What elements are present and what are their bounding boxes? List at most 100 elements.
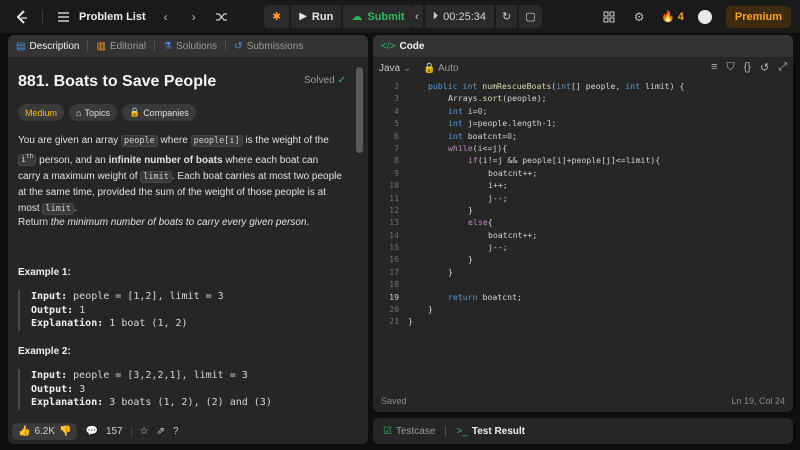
code-line[interactable]: 12} <box>373 204 793 216</box>
code-line[interactable]: 4 int i=0; <box>373 105 793 117</box>
problem-list-link[interactable]: Problem List <box>79 11 146 23</box>
notes-button[interactable]: ▢ <box>519 5 542 28</box>
chevron-down-icon: ⌄ <box>402 62 412 74</box>
tab-test-result[interactable]: >_ Test Result <box>454 426 527 437</box>
tab-testcase[interactable]: ☑ Testcase <box>381 426 437 437</box>
solved-label: Solved <box>304 75 335 86</box>
description-panel: ▤ Description ▥ Editorial ⚗ Solutions ↺ … <box>8 35 368 444</box>
inline-code: people[i] <box>190 135 243 147</box>
code-line[interactable]: 3 Arrays.sort(people); <box>373 92 793 104</box>
autosave-indicator[interactable]: 🔒 Auto <box>423 63 458 74</box>
layout-grid-icon[interactable] <box>601 9 617 25</box>
line-number: 6 <box>394 130 399 141</box>
streak-counter[interactable]: 🔥 4 <box>661 10 684 24</box>
premium-button[interactable]: Premium <box>725 5 791 28</box>
star-icon[interactable]: ☆ <box>140 426 149 437</box>
tab-submissions[interactable]: ↺ Submissions <box>232 41 305 52</box>
code-line[interactable]: 13 else{ <box>373 216 793 228</box>
line-number: 14 <box>389 229 399 240</box>
shuffle-icon[interactable] <box>214 9 230 25</box>
format-icon[interactable]: ≡ <box>711 61 717 74</box>
output-value: 1 <box>79 304 86 316</box>
line-number: 2 <box>394 81 399 91</box>
timer-collapse-button[interactable]: ‹ <box>411 5 423 28</box>
code-line[interactable]: 9 boatcnt++; <box>373 167 793 179</box>
run-label: Run <box>311 10 334 23</box>
history-icon: ↺ <box>234 40 243 52</box>
problem-badges: Medium ⌂ Topics 🔒 Companies <box>18 104 196 121</box>
code-line[interactable]: 15 j--; <box>373 241 793 253</box>
problem-list-icon[interactable] <box>55 9 71 25</box>
code-line[interactable]: 21} <box>373 315 793 327</box>
lock-icon: 🔒 <box>128 107 141 117</box>
tab-code[interactable]: </> Code <box>379 41 426 52</box>
input-label: Input: <box>31 370 68 381</box>
code-text: return boatcnt; <box>448 291 522 302</box>
desc-text: is the weight of the <box>245 135 329 146</box>
code-line[interactable]: 10 i++; <box>373 179 793 191</box>
help-icon[interactable]: ? <box>173 426 179 437</box>
line-number: 11 <box>389 192 399 203</box>
share-icon[interactable]: ⇗ <box>157 426 165 437</box>
input-value: people = [3,2,2,1], limit = 3 <box>73 370 248 381</box>
code-line[interactable]: 20} <box>373 303 793 315</box>
submit-button[interactable]: ☁ Submit <box>343 5 413 28</box>
code-line[interactable]: 18 <box>373 278 793 290</box>
code-line[interactable]: 17} <box>373 266 793 278</box>
code-line[interactable]: 5 int j=people.length-1; <box>373 117 793 129</box>
description-scrollbar[interactable] <box>356 67 363 153</box>
code-text: else{ <box>468 217 493 228</box>
code-text: int j=people.length-1; <box>448 118 557 129</box>
prev-problem-icon[interactable]: ‹ <box>158 9 174 25</box>
companies-badge[interactable]: 🔒 Companies <box>121 104 196 121</box>
avatar[interactable] <box>697 9 712 24</box>
difficulty-badge[interactable]: Medium <box>18 104 65 121</box>
timer-control[interactable]: ⏵ 00:25:34 <box>424 5 494 28</box>
line-number: 18 <box>389 279 399 290</box>
companies-label: Companies <box>143 107 189 118</box>
leetcode-logo-icon[interactable] <box>14 9 30 25</box>
tab-editorial[interactable]: ▥ Editorial <box>94 41 148 52</box>
inline-code: limit <box>42 202 75 215</box>
code-panel: </> Code Java ⌄ 🔒 Auto ≡ ⛉ {} ↺ ⤢ 2 publi… <box>373 35 793 412</box>
bookmark-icon[interactable]: ⛉ <box>726 61 734 74</box>
thumbs-up-icon[interactable]: 👍 <box>18 426 30 437</box>
lock-icon: 🔒 <box>423 62 436 74</box>
tab-solutions[interactable]: ⚗ Solutions <box>161 41 219 52</box>
run-button[interactable]: ▶ Run <box>291 5 342 28</box>
comment-count: 157 <box>105 426 123 437</box>
code-line[interactable]: 14 boatcnt++; <box>373 229 793 241</box>
code-line[interactable]: 7 while(i<=j){ <box>373 142 793 154</box>
code-line[interactable]: 16} <box>373 253 793 265</box>
braces-icon[interactable]: {} <box>744 61 751 74</box>
code-line[interactable]: 19 return boatcnt; <box>373 291 793 303</box>
code-text: } <box>448 266 453 277</box>
example-1-title: Example 1: <box>18 267 71 278</box>
desc-text: . <box>74 202 77 214</box>
comment-icon[interactable]: 💬 <box>85 426 97 437</box>
thumbs-down-icon[interactable]: 👎 <box>59 426 71 437</box>
tab-description-label: Description <box>29 40 80 52</box>
terminal-icon: >_ <box>456 425 468 437</box>
line-number: 20 <box>389 304 399 315</box>
line-number: 16 <box>389 254 399 265</box>
debug-button[interactable]: ✱ <box>264 5 290 28</box>
language-select[interactable]: Java ⌄ <box>379 63 411 74</box>
topics-badge[interactable]: ⌂ Topics <box>69 104 117 121</box>
next-problem-icon[interactable]: › <box>186 9 202 25</box>
description-paragraph-2: Return the minimum number of boats to ca… <box>18 215 343 231</box>
settings-gear-icon[interactable]: ⚙ <box>631 9 647 25</box>
code-editor[interactable]: 2 public int numRescueBoats(int[] people,… <box>373 80 793 328</box>
editor-toolbar: Java ⌄ 🔒 Auto ≡ ⛉ {} ↺ ⤢ <box>373 57 793 79</box>
tab-description[interactable]: ▤ Description <box>14 41 81 52</box>
line-number: 12 <box>389 204 399 215</box>
fullscreen-icon[interactable]: ⤢ <box>778 61 787 74</box>
code-text: i++; <box>488 180 508 191</box>
code-line[interactable]: 2 public int numRescueBoats(int[] people,… <box>373 80 793 92</box>
code-line[interactable]: 6 int boatcnt=0; <box>373 130 793 142</box>
tab-editorial-label: Editorial <box>109 40 147 52</box>
code-line[interactable]: 8 if(i!=j && people[i]+people[j]<=limit){ <box>373 154 793 166</box>
reset-code-icon[interactable]: ↺ <box>760 61 769 74</box>
code-line[interactable]: 11 j--; <box>373 192 793 204</box>
reset-timer-button[interactable]: ↻ <box>496 5 518 28</box>
